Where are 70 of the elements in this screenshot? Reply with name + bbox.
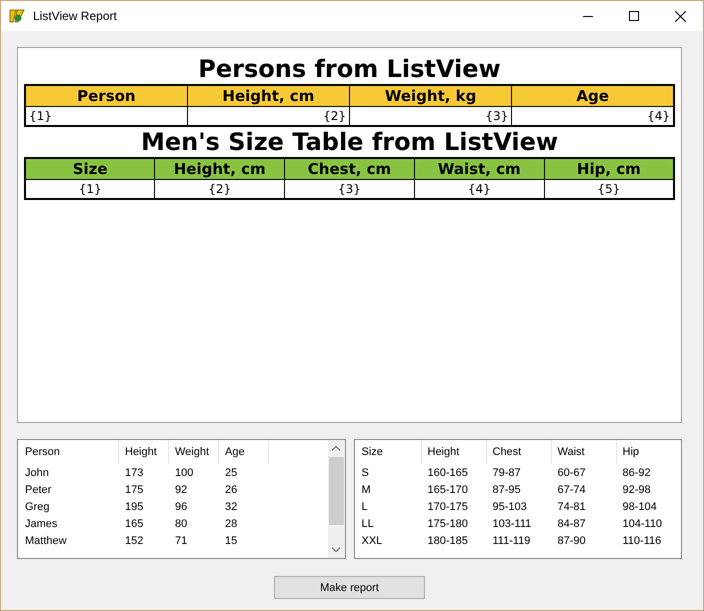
- list-cell-text: 28: [224, 518, 238, 530]
- list-cell-text: 80: [174, 518, 188, 530]
- list-cell-text: 110-116: [622, 534, 662, 546]
- scrollbar[interactable]: [328, 440, 344, 558]
- column-header[interactable]: Hip: [616, 440, 681, 464]
- app-icon: [9, 8, 25, 24]
- list-cell-text: 74-81: [556, 500, 587, 512]
- list-cell-text: Greg: [24, 500, 50, 512]
- column-header: Height, cm: [187, 85, 350, 106]
- list-cell-text: 98-104: [622, 500, 658, 512]
- column-header: Person: [25, 85, 188, 106]
- list-cell-text: 84-87: [556, 518, 587, 530]
- column-header[interactable]: Height: [119, 440, 169, 464]
- list-cell-text: Peter: [24, 484, 52, 496]
- column-header: Weight, kg: [350, 85, 512, 106]
- list-cell-text: 87-95: [492, 484, 522, 496]
- list-cell-text: 71: [174, 534, 188, 546]
- list-cell-text: 170-175: [426, 500, 469, 512]
- list-cell-text: Matthew: [24, 534, 68, 546]
- column-header: Chest, cm: [284, 158, 414, 180]
- make-report-button[interactable]: Make report: [274, 576, 425, 599]
- list-cell-text: 180-185: [426, 534, 469, 546]
- list-cell-text: 87-90: [556, 534, 587, 546]
- list-cell-text: 92-98: [622, 484, 652, 496]
- window-title: ListView Report: [33, 9, 118, 23]
- list-cell-text: 173: [124, 466, 144, 478]
- list-cell-text: LL: [360, 518, 375, 530]
- list-cell-text: 15: [224, 534, 238, 546]
- list-cell-text: 60-67: [556, 466, 587, 478]
- list-cell-text: 32: [224, 500, 238, 512]
- list-cell-text: 67-74: [556, 484, 587, 496]
- list-cell-text: 111-119: [492, 534, 532, 546]
- column-header[interactable]: Waist: [552, 440, 616, 464]
- list-cell-text: 165: [124, 518, 144, 530]
- list-cell-text: 152: [124, 534, 144, 546]
- column-header[interactable]: Weight: [169, 440, 219, 464]
- column-header[interactable]: Age: [219, 440, 269, 464]
- list-cell-text: 104-110: [622, 518, 664, 530]
- list-cell-text: 175-180: [426, 518, 469, 530]
- column-header[interactable]: Person: [19, 440, 119, 464]
- column-header: Height, cm: [154, 158, 285, 180]
- column-header[interactable]: Size: [356, 440, 422, 464]
- column-header[interactable]: Height: [422, 440, 486, 464]
- column-header: Size: [25, 158, 155, 180]
- list-cell-text: 92: [174, 484, 188, 496]
- list-cell-text: 26: [224, 484, 238, 496]
- list-cell-text: 86-92: [622, 466, 652, 478]
- list-view[interactable]: Person Height Weight Age John 173 100 25 Peter 175 92 26 Greg 195 96 32 James 165 80 28 Matthew 152 71 15: [17, 439, 346, 559]
- list-cell-text: 100: [174, 466, 194, 478]
- list-cell-text: James: [24, 518, 58, 530]
- scrollbar-thumb[interactable]: [328, 457, 344, 525]
- list-cell-text: 103-111: [492, 518, 532, 530]
- list-cell-text: 79-87: [492, 466, 522, 478]
- list-cell-text: 195: [124, 500, 144, 512]
- list-cell-text: 95-103: [492, 500, 528, 512]
- list-cell-text: 160-165: [426, 466, 469, 478]
- list-cell-text: 25: [224, 466, 238, 478]
- list-view[interactable]: Size Height Chest Waist Hip S 160-165 79-87 60-67 86-92 M 165-170 87-95 67-74 92-98 L 170-175 95-103 74-81 98-104 LL 175-180 103-111 84-87 104-110 XXL 180-185 111-119 87-90 110-116: [354, 439, 682, 559]
- report-title: Men's Size Table from ListView: [140, 127, 560, 157]
- list-cell-text: John: [24, 466, 50, 478]
- list-cell-text: 165-170: [426, 484, 469, 496]
- list-cell-text: XXL: [360, 534, 384, 546]
- column-header: Waist, cm: [414, 158, 544, 180]
- list-cell-text: M: [360, 484, 372, 496]
- list-cell-text: L: [360, 500, 369, 512]
- report-title: Persons from ListView: [197, 54, 502, 84]
- list-cell-text: 96: [174, 500, 188, 512]
- list-cell-text: 175: [124, 484, 144, 496]
- column-header[interactable]: Chest: [486, 440, 552, 464]
- list-cell-text: S: [360, 466, 370, 478]
